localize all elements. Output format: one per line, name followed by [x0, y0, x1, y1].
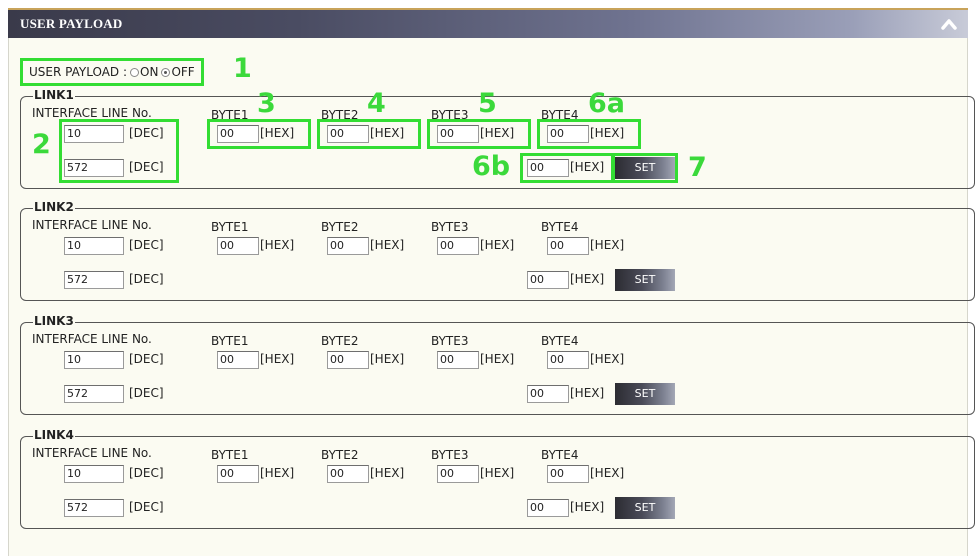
byte1-input[interactable]: 00	[217, 237, 259, 255]
set-button[interactable]: SET	[615, 383, 675, 405]
dec-unit: [DEC]	[129, 500, 164, 514]
callout-4: 4	[367, 88, 386, 119]
user-payload-toggle: USER PAYLOAD : ON OFF	[20, 58, 204, 86]
interface-line-input-1[interactable]: 10	[64, 351, 124, 369]
interface-line-label: INTERFACE LINE No.	[32, 332, 152, 346]
radio-off[interactable]	[161, 67, 171, 77]
byte3-input[interactable]: 00	[437, 465, 479, 483]
chevron-up-icon[interactable]	[940, 15, 958, 33]
user-payload-label: USER PAYLOAD :	[29, 65, 128, 79]
interface-line-label: INTERFACE LINE No.	[32, 446, 152, 460]
byte4b-input[interactable]: 00	[527, 499, 569, 517]
highlight-byte4	[537, 119, 641, 149]
highlight-byte1	[207, 119, 311, 149]
radio-on-label: ON	[140, 65, 159, 79]
highlight-byte3	[427, 119, 531, 149]
panel-header: USER PAYLOAD	[8, 8, 968, 38]
interface-line-input-1[interactable]: 10	[64, 465, 124, 483]
link-title: LINK2	[33, 200, 75, 214]
byte1-input[interactable]: 00	[217, 351, 259, 369]
byte4-label: BYTE4	[541, 334, 579, 348]
dec-unit: [DEC]	[129, 238, 164, 252]
callout-5: 5	[478, 88, 497, 119]
callout-1: 1	[233, 53, 252, 84]
hex-unit: [HEX]	[480, 466, 515, 480]
byte3-label: BYTE3	[431, 448, 469, 462]
byte3-label: BYTE3	[431, 334, 469, 348]
byte3-input[interactable]: 00	[437, 237, 479, 255]
byte3-input[interactable]: 00	[437, 351, 479, 369]
byte4-input[interactable]: 00	[547, 351, 589, 369]
hex-unit: [HEX]	[570, 272, 605, 286]
hex-unit: [HEX]	[570, 500, 605, 514]
hex-unit: [HEX]	[260, 466, 295, 480]
interface-line-label: INTERFACE LINE No.	[32, 218, 152, 232]
interface-line-input-2[interactable]: 572	[64, 499, 124, 517]
hex-unit: [HEX]	[590, 352, 625, 366]
byte1-label: BYTE1	[211, 220, 249, 234]
hex-unit: [HEX]	[590, 466, 625, 480]
hex-unit: [HEX]	[260, 238, 295, 252]
byte1-label: BYTE1	[211, 334, 249, 348]
callout-6b: 6b	[472, 151, 511, 182]
byte4b-input[interactable]: 00	[527, 385, 569, 403]
byte4-input[interactable]: 00	[547, 237, 589, 255]
dec-unit: [DEC]	[129, 272, 164, 286]
byte2-label: BYTE2	[321, 334, 359, 348]
interface-line-label: INTERFACE LINE No.	[32, 106, 152, 120]
interface-line-input-1[interactable]: 10	[64, 237, 124, 255]
byte2-label: BYTE2	[321, 220, 359, 234]
callout-3: 3	[257, 88, 276, 119]
highlight-set	[612, 153, 678, 183]
dec-unit: [DEC]	[129, 466, 164, 480]
hex-unit: [HEX]	[480, 352, 515, 366]
hex-unit: [HEX]	[260, 352, 295, 366]
panel-title: USER PAYLOAD	[20, 16, 123, 31]
set-button[interactable]: SET	[615, 497, 675, 519]
highlight-interface	[59, 119, 179, 183]
byte4-label: BYTE4	[541, 220, 579, 234]
callout-7: 7	[688, 152, 707, 183]
hex-unit: [HEX]	[370, 352, 405, 366]
highlight-byte4b	[520, 153, 614, 183]
byte2-input[interactable]: 00	[327, 465, 369, 483]
hex-unit: [HEX]	[370, 466, 405, 480]
link-group: LINK2 INTERFACE LINE No. BYTE1 BYTE2 BYTE3 BY…	[20, 200, 975, 301]
byte2-label: BYTE2	[321, 448, 359, 462]
set-button[interactable]: SET	[615, 269, 675, 291]
hex-unit: [HEX]	[590, 238, 625, 252]
dec-unit: [DEC]	[129, 386, 164, 400]
interface-line-input-2[interactable]: 572	[64, 271, 124, 289]
byte1-input[interactable]: 00	[217, 465, 259, 483]
byte4b-input[interactable]: 00	[527, 271, 569, 289]
link-title: LINK3	[33, 314, 75, 328]
hex-unit: [HEX]	[480, 238, 515, 252]
hex-unit: [HEX]	[370, 238, 405, 252]
callout-2: 2	[32, 129, 51, 160]
radio-on[interactable]	[130, 67, 140, 77]
radio-off-label: OFF	[171, 65, 195, 79]
link-group: LINK3 INTERFACE LINE No. BYTE1 BYTE2 BYTE3 BY…	[20, 314, 975, 415]
callout-6a: 6a	[588, 88, 626, 119]
link-title: LINK4	[33, 428, 75, 442]
hex-unit: [HEX]	[570, 386, 605, 400]
highlight-byte2	[317, 119, 421, 149]
byte4-label: BYTE4	[541, 448, 579, 462]
link-group: LINK4 INTERFACE LINE No. BYTE1 BYTE2 BYTE3 BY…	[20, 428, 975, 529]
link-title: LINK1	[33, 88, 75, 102]
byte1-label: BYTE1	[211, 448, 249, 462]
dec-unit: [DEC]	[129, 352, 164, 366]
byte2-input[interactable]: 00	[327, 351, 369, 369]
byte4-input[interactable]: 00	[547, 465, 589, 483]
byte2-input[interactable]: 00	[327, 237, 369, 255]
byte3-label: BYTE3	[431, 220, 469, 234]
interface-line-input-2[interactable]: 572	[64, 385, 124, 403]
